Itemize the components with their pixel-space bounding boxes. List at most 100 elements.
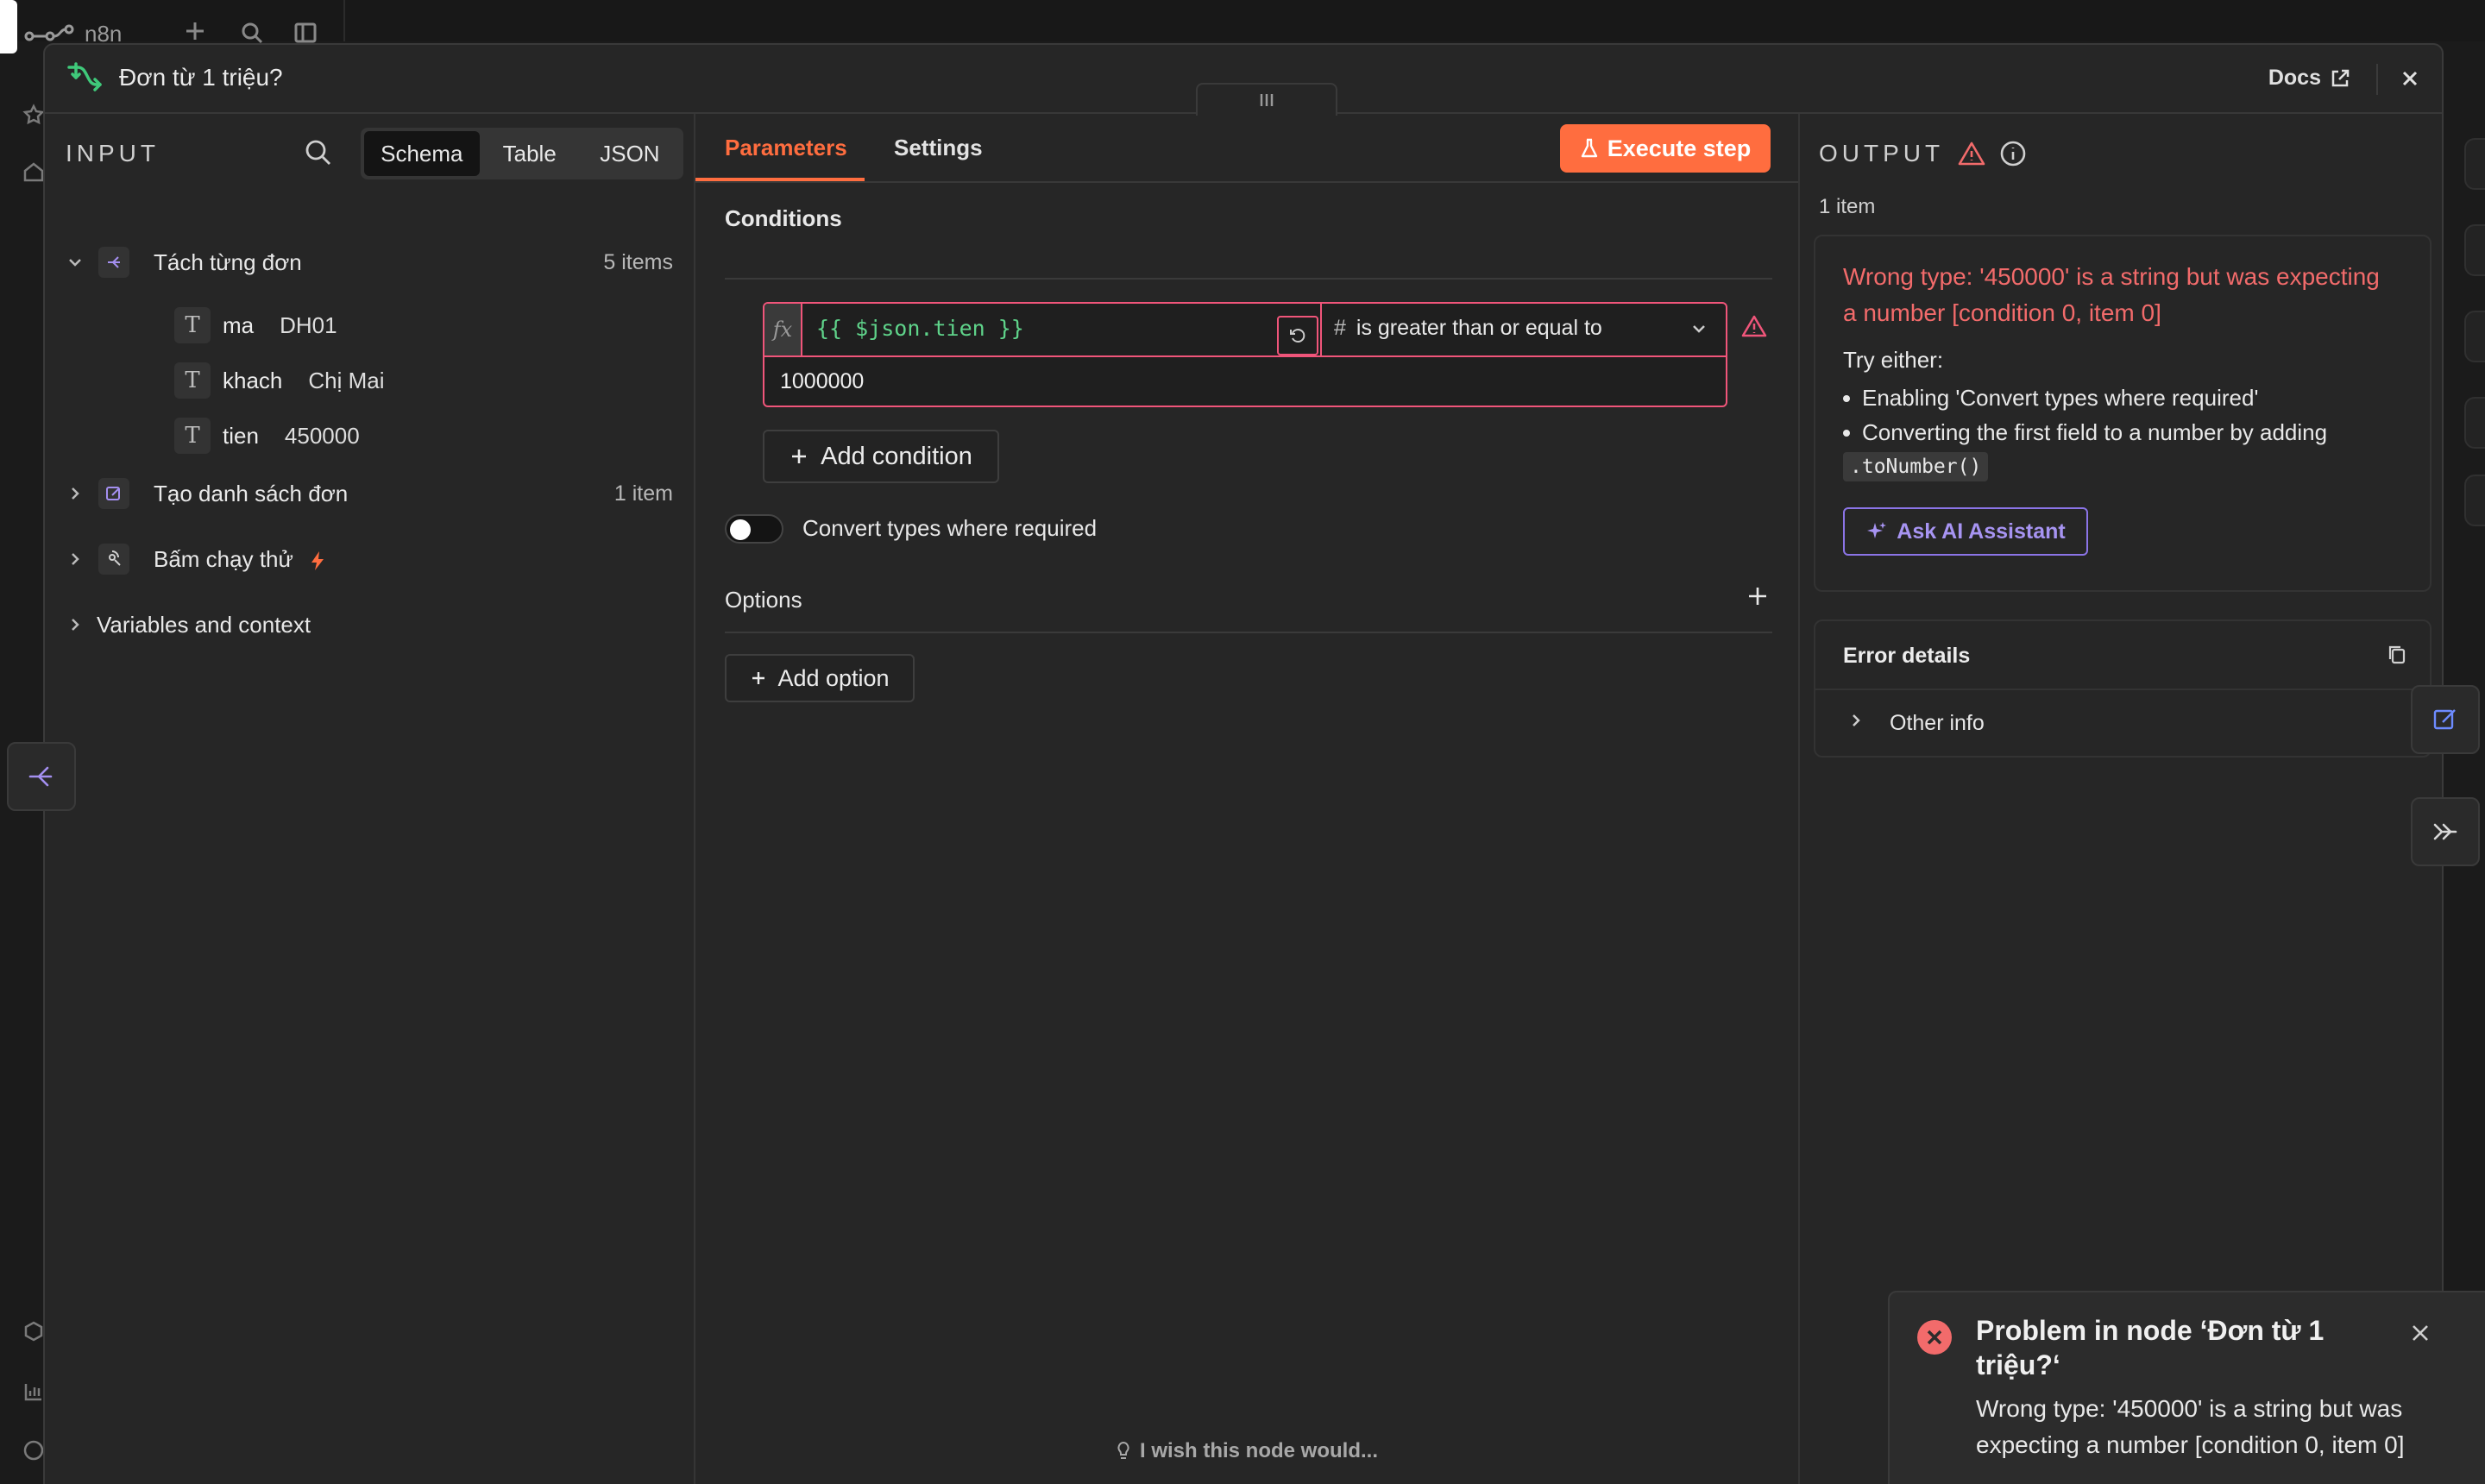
- view-table-button[interactable]: Table: [480, 131, 580, 176]
- operator-divider: [1320, 304, 1322, 355]
- input-node-name: Tách từng đơn: [154, 248, 302, 275]
- top-bar: [0, 0, 2485, 41]
- execute-step-button[interactable]: Execute step: [1560, 124, 1771, 173]
- schema-field[interactable]: T ma DH01: [174, 300, 337, 350]
- canvas-side-chip: [2464, 138, 2485, 190]
- edit-icon: [2432, 706, 2459, 733]
- output-label: OUTPUT: [1819, 140, 1945, 167]
- output-panel-title: OUTPUT: [1819, 140, 2027, 167]
- toast-title: Problem in node ‘Đơn từ 1 triệu?‘: [1976, 1315, 2325, 1380]
- other-info-label[interactable]: Other info: [1890, 711, 1985, 736]
- canvas-side-chip: [2464, 311, 2485, 362]
- double-chevron-right-icon: [2432, 820, 2459, 844]
- warning-icon: [1958, 141, 1985, 167]
- schema-field[interactable]: T tien 450000: [174, 411, 360, 461]
- close-icon[interactable]: [2409, 1322, 2432, 1344]
- templates-icon[interactable]: [22, 104, 45, 126]
- conditions-label: Conditions: [725, 205, 842, 231]
- field-value: DH01: [280, 311, 337, 338]
- expression-indicator: fx: [764, 304, 802, 355]
- toggle-knob: [730, 519, 751, 540]
- chevron-right-icon[interactable]: [66, 615, 85, 634]
- add-option-label: Add option: [777, 664, 890, 691]
- params-tabs: Parameters Settings Execute step: [695, 114, 1798, 183]
- search-icon[interactable]: [304, 138, 333, 167]
- panel-toggle-icon[interactable]: [293, 21, 318, 45]
- docs-link[interactable]: Docs: [2268, 66, 2350, 91]
- input-node-row[interactable]: Tạo danh sách đơn 1 item: [45, 468, 694, 519]
- error-circle-icon: [1916, 1318, 1953, 1356]
- lightbulb-icon: [1116, 1441, 1131, 1462]
- output-panel: OUTPUT 1 item Wrong type: '450000' is a …: [1800, 114, 2442, 1484]
- home-icon[interactable]: [22, 160, 45, 183]
- field-value: 450000: [284, 422, 360, 449]
- view-schema-button[interactable]: Schema: [364, 131, 480, 176]
- edit-node-icon: [98, 478, 129, 509]
- convert-types-toggle[interactable]: [725, 514, 783, 544]
- options-label: Options: [725, 587, 802, 613]
- help-icon[interactable]: [22, 1439, 45, 1462]
- packages-icon[interactable]: [22, 1320, 45, 1343]
- input-panel: INPUT Schema Table JSON Tách từng đơn 5 …: [45, 114, 694, 1484]
- chevron-right-icon[interactable]: [66, 550, 85, 569]
- string-type-icon: T: [174, 307, 211, 343]
- variables-context-label: Variables and context: [97, 611, 311, 638]
- tab-parameters[interactable]: Parameters: [725, 135, 847, 161]
- right-value-input[interactable]: 1000000: [780, 369, 864, 394]
- input-panel-float-button[interactable]: [7, 742, 76, 811]
- condition-row: fx {{ $json.tien }} # is greater than or…: [763, 302, 1727, 407]
- error-title: Wrong type: '450000' is a string but was…: [1843, 263, 2380, 326]
- manual-trigger-node-icon: [98, 544, 129, 575]
- insights-icon[interactable]: [22, 1380, 45, 1403]
- sparkle-icon: [1865, 520, 1888, 543]
- schema-field[interactable]: T khach Chị Mai: [174, 355, 385, 406]
- feedback-link[interactable]: I wish this node would...: [695, 1439, 1798, 1463]
- left-value-input[interactable]: {{ $json.tien }}: [816, 316, 1024, 341]
- error-details-title: Error details: [1843, 644, 1971, 668]
- collapse-panel-button[interactable]: [2411, 797, 2480, 866]
- plus-icon[interactable]: [1746, 585, 1769, 607]
- top-bar-divider: [343, 0, 345, 41]
- chevron-right-icon[interactable]: [66, 484, 85, 503]
- chevron-down-icon[interactable]: [1689, 319, 1708, 338]
- code-hint: .toNumber(): [1843, 452, 1989, 481]
- canvas-side-chip: [2464, 224, 2485, 276]
- canvas-edge: [0, 0, 17, 53]
- toast-message: Wrong type: '450000' is a string but was…: [1976, 1395, 2405, 1458]
- info-icon[interactable]: [1999, 140, 2027, 167]
- field-value: Chị Mai: [308, 367, 385, 393]
- node-title[interactable]: Đơn từ 1 triệu?: [119, 64, 283, 91]
- options-divider: [725, 632, 1772, 633]
- variables-context-row[interactable]: Variables and context: [45, 599, 694, 651]
- header-divider: [2376, 64, 2378, 95]
- panel-drag-handle[interactable]: [1196, 83, 1337, 116]
- input-node-name: Tạo danh sách đơn: [154, 480, 349, 506]
- view-json-button[interactable]: JSON: [580, 131, 680, 176]
- plus-icon: [750, 670, 767, 687]
- edit-output-button[interactable]: [2411, 685, 2480, 754]
- tab-settings[interactable]: Settings: [894, 135, 983, 161]
- input-panel-title: INPUT: [66, 140, 160, 167]
- add-condition-label: Add condition: [821, 442, 972, 470]
- copy-icon[interactable]: [2387, 644, 2407, 666]
- operator-value: is greater than or equal to: [1356, 316, 1602, 340]
- input-node-row[interactable]: Tách từng đơn 5 items: [45, 236, 694, 288]
- expression-reset-icon[interactable]: [1277, 316, 1318, 355]
- plus-icon[interactable]: [183, 19, 207, 43]
- add-option-button[interactable]: Add option: [725, 654, 915, 702]
- input-node-row[interactable]: Bấm chạy thử: [45, 533, 694, 585]
- close-icon[interactable]: [2399, 67, 2421, 90]
- suggestion-item: Enabling 'Convert types where required': [1842, 381, 2258, 414]
- conditions-divider: [725, 278, 1772, 280]
- string-type-icon: T: [174, 362, 211, 399]
- ask-ai-button[interactable]: Ask AI Assistant: [1843, 507, 2088, 556]
- add-condition-button[interactable]: Add condition: [763, 430, 999, 483]
- input-node-name: Bấm chạy thử: [154, 546, 325, 573]
- operator-select[interactable]: # is greater than or equal to: [1334, 316, 1602, 341]
- warning-icon: [1741, 314, 1767, 338]
- if-node-icon: [66, 62, 104, 97]
- chevron-down-icon[interactable]: [66, 253, 85, 272]
- search-icon[interactable]: [240, 21, 264, 45]
- chevron-right-icon[interactable]: [1846, 711, 1865, 730]
- output-item-count: 1 item: [1819, 195, 1876, 218]
